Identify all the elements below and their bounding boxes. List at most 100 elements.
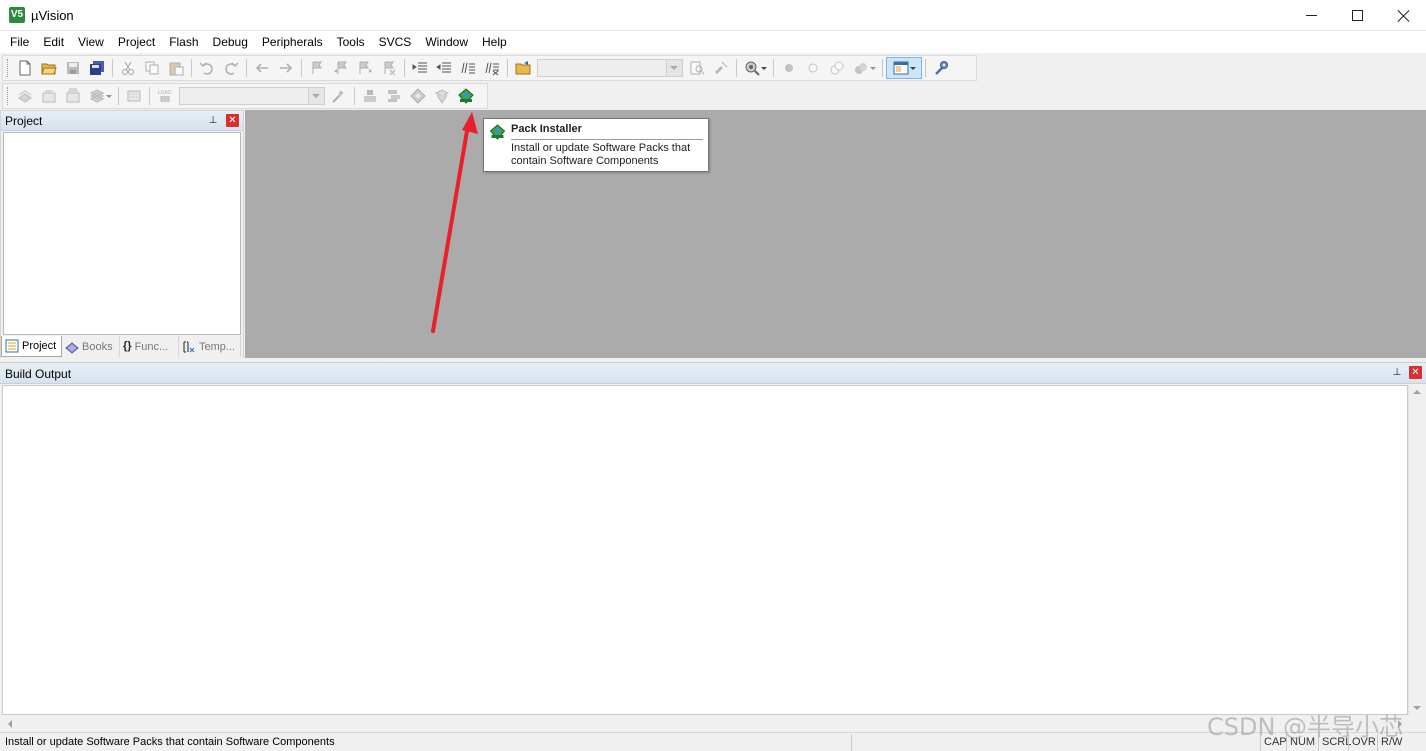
build-button[interactable]: [37, 85, 61, 107]
copy-button[interactable]: [140, 57, 164, 79]
toolbar-area: LOAD: [0, 53, 1426, 109]
menu-debug[interactable]: Debug: [206, 32, 255, 52]
close-icon: [1397, 9, 1410, 22]
build-output-vertical-scrollbar[interactable]: [1408, 385, 1425, 715]
kill-breakpoints-button[interactable]: [849, 57, 879, 79]
toolbar-grip[interactable]: [7, 59, 10, 77]
toolbar-separator: [773, 59, 774, 77]
tab-functions[interactable]: {} Func...: [120, 336, 179, 357]
menu-window[interactable]: Window: [418, 32, 475, 52]
cut-button[interactable]: [116, 57, 140, 79]
find-button[interactable]: [685, 57, 709, 79]
menu-flash[interactable]: Flash: [162, 32, 205, 52]
close-window-button[interactable]: [1380, 0, 1426, 31]
bookmark-button[interactable]: [305, 57, 329, 79]
pack-installer-icon: [458, 88, 474, 104]
menu-file[interactable]: File: [3, 32, 36, 52]
stop-build-icon: [127, 90, 141, 102]
manage-components-button[interactable]: [358, 85, 382, 107]
project-tree[interactable]: [3, 132, 241, 335]
tab-templates[interactable]: Temp...: [179, 336, 241, 357]
pin-icon[interactable]: ⊥: [1392, 367, 1402, 378]
tab-books[interactable]: Books: [62, 336, 120, 357]
select-software-packs-icon: [434, 89, 450, 104]
menu-peripherals[interactable]: Peripherals: [255, 32, 330, 52]
new-file-button[interactable]: [13, 57, 37, 79]
toolbar-separator: [354, 87, 355, 105]
minimize-button[interactable]: [1288, 0, 1334, 31]
comment-button[interactable]: [456, 57, 480, 79]
target-options-button[interactable]: [327, 85, 351, 107]
software-packs-button[interactable]: [430, 85, 454, 107]
find-in-files-button[interactable]: [511, 57, 535, 79]
toolbar-grip[interactable]: [7, 87, 10, 105]
toolbar-separator: [404, 59, 405, 77]
debug-session-button[interactable]: [740, 57, 770, 79]
build-output-close-button[interactable]: ✕: [1409, 366, 1422, 379]
open-button[interactable]: [37, 57, 61, 79]
manage-rte-button[interactable]: [406, 85, 430, 107]
chevron-down-icon: [760, 66, 767, 70]
undo-button[interactable]: [195, 57, 219, 79]
menu-edit[interactable]: Edit: [36, 32, 71, 52]
window-layout-button[interactable]: [886, 57, 922, 79]
pin-icon[interactable]: ⊥: [208, 115, 218, 126]
maximize-button[interactable]: [1334, 0, 1380, 31]
chevron-down-icon: [869, 66, 876, 70]
download-button[interactable]: LOAD: [153, 85, 177, 107]
scroll-left-icon[interactable]: [8, 720, 12, 728]
maximize-icon: [1351, 10, 1363, 21]
clear-bookmarks-button[interactable]: [377, 57, 401, 79]
nav-forward-button[interactable]: [274, 57, 298, 79]
nav-forward-icon: [280, 63, 293, 73]
project-tabstrip: Project Books {} Func... Temp...: [1, 336, 243, 358]
enable-breakpoint-icon: [808, 63, 818, 73]
indent-button[interactable]: [408, 57, 432, 79]
menu-help[interactable]: Help: [475, 32, 514, 52]
incremental-find-button[interactable]: [709, 57, 733, 79]
batch-build-button[interactable]: [85, 85, 115, 107]
nav-back-button[interactable]: [250, 57, 274, 79]
configure-icon: [935, 61, 948, 75]
find-combo[interactable]: [537, 59, 683, 77]
rebuild-button[interactable]: [61, 85, 85, 107]
find-in-files-icon: [515, 61, 531, 75]
scroll-down-icon[interactable]: [1413, 706, 1421, 710]
window-layout-icon: [893, 61, 908, 75]
redo-button[interactable]: [219, 57, 243, 79]
unindent-button[interactable]: [432, 57, 456, 79]
cut-icon: [122, 61, 134, 75]
nav-back-icon: [255, 63, 268, 73]
scroll-up-icon[interactable]: [1413, 390, 1421, 394]
tab-project[interactable]: Project: [1, 336, 62, 357]
status-panel: [851, 734, 1260, 751]
menu-view[interactable]: View: [71, 32, 111, 52]
project-pane-close-button[interactable]: ✕: [226, 114, 239, 127]
menu-project[interactable]: Project: [111, 32, 162, 52]
target-select[interactable]: [179, 87, 325, 105]
select-packs-button[interactable]: [382, 85, 406, 107]
uncomment-button[interactable]: [480, 57, 504, 79]
prev-bookmark-button[interactable]: [329, 57, 353, 79]
enable-breakpoint-button[interactable]: [801, 57, 825, 79]
disable-breakpoints-button[interactable]: [825, 57, 849, 79]
build-output-horizontal-scrollbar[interactable]: [2, 715, 1408, 732]
menu-tools[interactable]: Tools: [330, 32, 372, 52]
translate-button[interactable]: [13, 85, 37, 107]
toolbar-separator: [191, 59, 192, 77]
next-bookmark-button[interactable]: [353, 57, 377, 79]
build-output-text[interactable]: [2, 385, 1408, 715]
menu-svcs[interactable]: SVCS: [372, 32, 419, 52]
save-all-button[interactable]: [85, 57, 109, 79]
disable-breakpoints-icon: [830, 61, 844, 75]
stop-build-button[interactable]: [122, 85, 146, 107]
tooltip-divider: [511, 139, 703, 140]
translate-icon: [18, 90, 32, 103]
pack-installer-button[interactable]: [454, 85, 478, 107]
editor-area[interactable]: [245, 110, 1426, 358]
insert-breakpoint-button[interactable]: [777, 57, 801, 79]
uncomment-icon: [485, 62, 499, 76]
configure-button[interactable]: [929, 57, 953, 79]
save-button[interactable]: [61, 57, 85, 79]
paste-button[interactable]: [164, 57, 188, 79]
